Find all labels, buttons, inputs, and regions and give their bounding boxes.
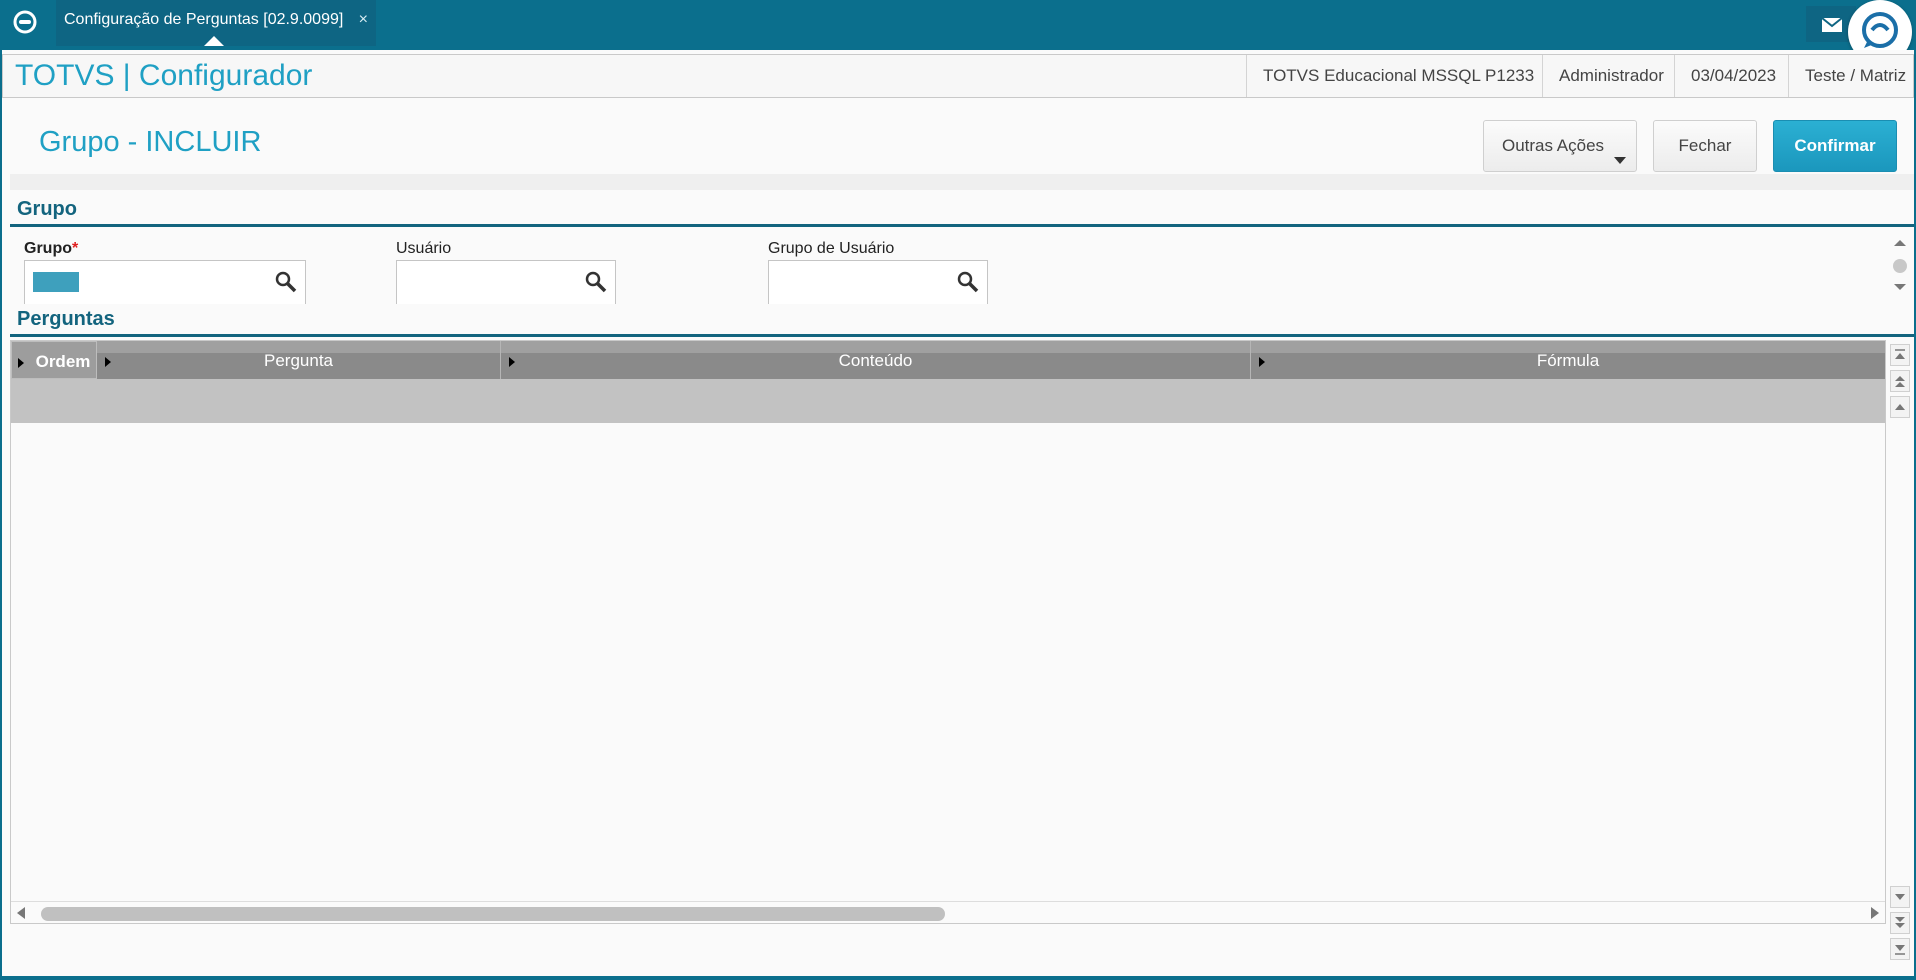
page-title: Grupo - INCLUIR	[39, 126, 262, 158]
form-scrollbar[interactable]	[1890, 236, 1910, 296]
bottom-border	[0, 976, 1916, 980]
section-divider	[10, 334, 1914, 337]
section-title-perguntas: Perguntas	[17, 308, 115, 330]
tab-title: Configuração de Perguntas [02.9.0099]	[64, 11, 344, 28]
sort-arrow-icon	[105, 357, 111, 367]
input-cursor-selection	[33, 272, 79, 292]
column-header-conteudo[interactable]: Conteúdo	[501, 341, 1251, 379]
scroll-page-up-icon[interactable]	[1890, 370, 1910, 392]
perguntas-grid: Ordem Pergunta Conteúdo Fórmula	[10, 340, 1886, 924]
column-header-pergunta[interactable]: Pergunta	[97, 341, 501, 379]
close-icon[interactable]: ×	[359, 0, 368, 40]
other-actions-button[interactable]: Outras Ações	[1483, 120, 1637, 172]
required-marker: *	[72, 240, 79, 257]
usuario-label: Usuário	[396, 240, 452, 257]
toolbar-strip	[10, 174, 1914, 190]
main-panel: TOTVS | Configurador TOTVS Educacional M…	[2, 50, 1914, 976]
grid-vertical-scrollbar	[1886, 340, 1914, 976]
totvs-logo-icon[interactable]	[10, 8, 40, 38]
sort-arrow-icon	[1259, 357, 1265, 367]
other-actions-label: Outras Ações	[1502, 136, 1605, 155]
scroll-bottom-icon[interactable]	[1890, 938, 1910, 960]
confirm-button[interactable]: Confirmar	[1773, 120, 1897, 172]
section-divider	[10, 224, 1914, 227]
chevron-down-icon	[1614, 157, 1626, 164]
branch-info: Teste / Matriz	[1788, 55, 1916, 97]
column-header-ordem[interactable]: Ordem	[11, 341, 97, 379]
scroll-top-icon[interactable]	[1890, 344, 1910, 366]
scroll-down-icon[interactable]	[1890, 886, 1910, 908]
grid-header: Ordem Pergunta Conteúdo Fórmula	[11, 341, 1885, 379]
search-icon[interactable]	[275, 271, 297, 293]
search-icon[interactable]	[585, 271, 607, 293]
scroll-left-icon[interactable]	[17, 907, 25, 919]
scroll-right-icon[interactable]	[1871, 907, 1879, 919]
scroll-page-down-icon[interactable]	[1890, 912, 1910, 934]
sort-arrow-icon	[18, 358, 24, 368]
grupo-label: Grupo*	[24, 240, 79, 257]
close-button[interactable]: Fechar	[1653, 120, 1757, 172]
grid-horizontal-scrollbar[interactable]	[11, 901, 1885, 923]
app-name: TOTVS | Configurador	[15, 59, 313, 92]
date-info: 03/04/2023	[1674, 55, 1792, 97]
grupo-input[interactable]	[24, 260, 306, 304]
user-info: Administrador	[1542, 55, 1680, 97]
app-header: TOTVS | Configurador TOTVS Educacional M…	[2, 54, 1914, 98]
grupo-usuario-label: Grupo de Usuário	[768, 240, 895, 257]
column-header-formula[interactable]: Fórmula	[1251, 341, 1885, 379]
active-tab-indicator	[204, 36, 224, 46]
search-icon[interactable]	[957, 271, 979, 293]
scroll-thumb[interactable]	[41, 907, 945, 921]
sort-arrow-icon	[509, 357, 515, 367]
tab-bar: Configuração de Perguntas [02.9.0099] ×	[0, 0, 1916, 64]
section-title-grupo: Grupo	[17, 198, 77, 220]
table-row[interactable]	[11, 379, 1885, 423]
grupo-usuario-input[interactable]	[768, 260, 988, 304]
environment-info: TOTVS Educacional MSSQL P1233	[1246, 55, 1550, 97]
scroll-up-icon[interactable]	[1890, 396, 1910, 418]
usuario-input[interactable]	[396, 260, 616, 304]
